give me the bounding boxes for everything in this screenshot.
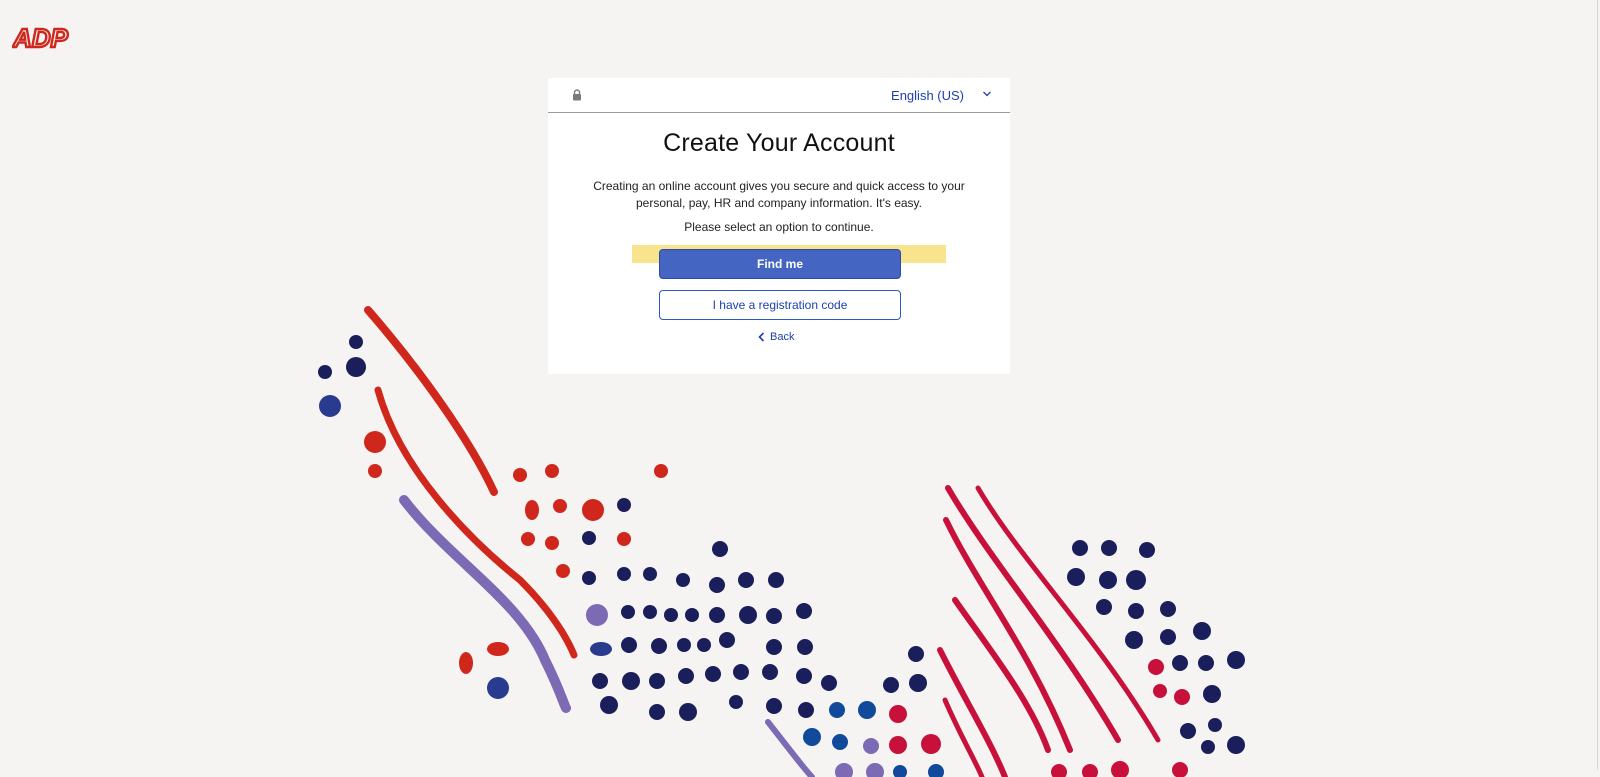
scrollbar-thumb[interactable]	[1588, 0, 1598, 770]
chevron-left-icon	[758, 332, 765, 342]
page: ADP English (US) Create Your Account Cre…	[0, 0, 1600, 777]
select-option-prompt: Please select an option to continue.	[684, 220, 874, 234]
page-title: Create Your Account	[663, 129, 895, 157]
language-selector[interactable]: English (US)	[891, 88, 964, 103]
adp-logo: ADP	[12, 22, 70, 52]
registration-code-button[interactable]: I have a registration code	[659, 290, 901, 320]
create-account-card: English (US) Create Your Account Creatin…	[548, 78, 1010, 374]
back-link[interactable]: Back	[758, 331, 794, 343]
page-scrollbar[interactable]	[1584, 0, 1600, 777]
back-link-label: Back	[770, 331, 795, 343]
card-header: English (US)	[548, 78, 1010, 113]
account-description: Creating an online account gives you sec…	[593, 179, 965, 210]
chevron-down-icon[interactable]	[982, 90, 992, 98]
lock-icon	[573, 89, 581, 101]
adp-logo-text: ADP	[12, 23, 69, 52]
find-me-button[interactable]: Find me	[659, 249, 901, 279]
